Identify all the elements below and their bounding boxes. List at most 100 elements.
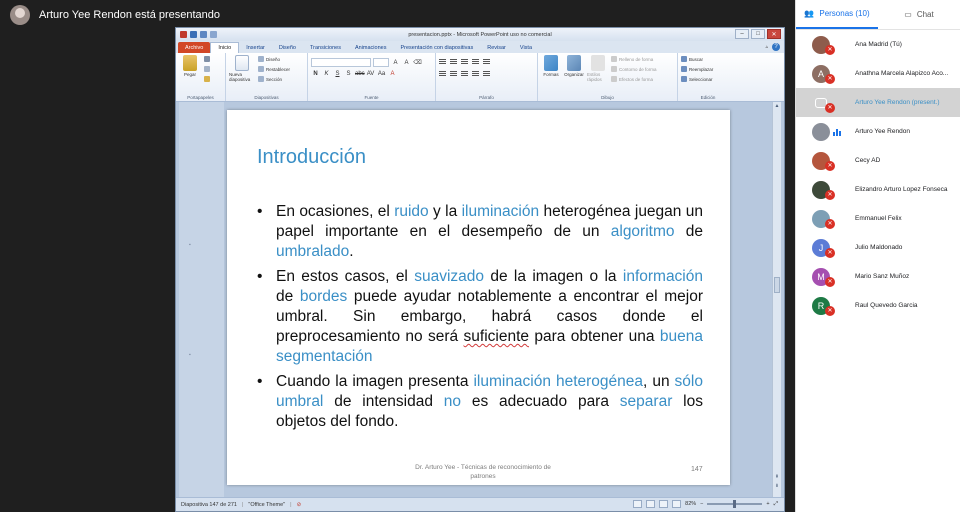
bold-icon[interactable]: N	[311, 71, 320, 77]
next-slide-icon[interactable]: ⇟	[773, 483, 781, 489]
case-icon[interactable]: Aa	[377, 71, 386, 77]
copy-icon[interactable]	[204, 66, 210, 72]
slide-bullet-list[interactable]: En ocasiones, el ruido y la iluminación …	[257, 202, 703, 432]
slide-thumbnail-pane[interactable]: ▪ ▪	[179, 102, 224, 498]
participant-row[interactable]: Arturo Yee Rendon	[796, 117, 960, 146]
participant-row[interactable]: ✕ Cecy AD	[796, 146, 960, 175]
format-painter-icon[interactable]	[204, 76, 210, 82]
strike-icon[interactable]: abc	[355, 71, 365, 77]
numbering-icon[interactable]	[450, 59, 457, 65]
undo-icon[interactable]	[200, 31, 207, 38]
participant-row[interactable]: M ✕ Mario Sanz Muñoz	[796, 262, 960, 291]
reading-view-button[interactable]	[659, 500, 669, 508]
shape-outline-button[interactable]: Contorno de forma	[611, 65, 657, 73]
new-slide-button[interactable]: Nueva diapositiva	[229, 55, 255, 83]
tab-diseño[interactable]: Diseño	[272, 42, 303, 53]
highlighted-term: iluminación heterogénea	[473, 373, 644, 391]
italic-icon[interactable]: K	[322, 71, 331, 77]
zoom-slider[interactable]	[707, 500, 763, 508]
participant-row[interactable]: ✕ Arturo Yee Rendon (present.)	[796, 88, 960, 117]
participant-row[interactable]: R ✕ Raul Quevedo Garcia	[796, 291, 960, 320]
zoom-in-icon[interactable]: +	[766, 501, 769, 507]
bullet-text: En estos casos, el	[276, 268, 415, 286]
fit-slide-icon[interactable]: ⤢	[774, 501, 778, 508]
reset-button[interactable]: Restablecer	[258, 65, 290, 73]
line-spacing-icon[interactable]	[483, 59, 490, 65]
align-center-icon[interactable]	[450, 71, 457, 77]
quick-styles-button[interactable]: Estilos rápidos	[587, 55, 609, 83]
underline-icon[interactable]: S	[333, 71, 342, 77]
reset-icon	[258, 66, 264, 72]
normal-view-button[interactable]	[633, 500, 643, 508]
shadow-icon[interactable]: S	[344, 71, 353, 77]
highlighted-term: información	[622, 268, 703, 286]
justify-icon[interactable]	[472, 71, 479, 77]
tab-archivo[interactable]: Archivo	[178, 42, 211, 53]
shrink-font-icon[interactable]: A	[402, 60, 411, 66]
group-label-parrafo: Párrafo	[479, 95, 494, 100]
slide-workspace: ▪ ▪ Introducción En ocasiones, el ruido …	[176, 102, 784, 498]
tab-presentación-con-diapositivas[interactable]: Presentación con diapositivas	[393, 42, 480, 53]
layout-button[interactable]: Diseño	[258, 55, 290, 63]
cut-icon[interactable]	[204, 56, 210, 62]
font-color-icon[interactable]: A	[388, 71, 397, 77]
slide-bullet[interactable]: Cuando la imagen presenta iluminación he…	[257, 372, 703, 431]
scroll-up-icon[interactable]: ▲	[773, 103, 781, 109]
zoom-level[interactable]: 82%	[685, 501, 696, 507]
shapes-button[interactable]: Formas	[541, 55, 561, 83]
increase-indent-icon[interactable]	[472, 59, 479, 65]
minimize-button[interactable]: –	[735, 29, 749, 39]
close-button[interactable]: ✕	[767, 29, 781, 39]
sorter-view-button[interactable]	[646, 500, 656, 508]
tab-vista[interactable]: Vista	[513, 42, 539, 53]
shape-fill-button[interactable]: Relleno de forma	[611, 55, 657, 63]
grow-font-icon[interactable]: A	[391, 60, 400, 66]
tab-inicio[interactable]: Inicio	[210, 42, 240, 53]
zoom-out-icon[interactable]: −	[700, 501, 703, 507]
find-button[interactable]: Buscar	[681, 55, 735, 63]
select-button[interactable]: Seleccionar	[681, 75, 735, 83]
spacing-icon[interactable]: AV	[366, 71, 375, 77]
participant-row[interactable]: ✕ Ana Madrid (Tú)	[796, 30, 960, 59]
prev-slide-icon[interactable]: ⇞	[773, 474, 781, 480]
tab-animaciones[interactable]: Animaciones	[348, 42, 394, 53]
spellcheck-icon[interactable]: ⊘	[297, 502, 302, 508]
vertical-scrollbar[interactable]: ▲ ⇞ ⇟	[772, 102, 781, 498]
section-button[interactable]: Sección	[258, 75, 290, 83]
tab-chat[interactable]: ▭ Chat	[878, 0, 960, 29]
paste-button[interactable]: Pegar	[179, 55, 201, 83]
participant-name: Raul Quevedo Garcia	[855, 302, 918, 309]
participant-row[interactable]: A ✕ Anathna Marcela Alapizco Aco...	[796, 59, 960, 88]
replace-button[interactable]: Reemplazar	[681, 65, 735, 73]
save-icon[interactable]	[190, 31, 197, 38]
group-dibujo: Formas Organizar Estilos rápidos Relleno…	[538, 53, 678, 101]
tab-people[interactable]: 👥 Personas (10)	[796, 0, 878, 29]
tab-insertar[interactable]: Insertar	[239, 42, 272, 53]
tab-revisar[interactable]: Revisar	[480, 42, 513, 53]
maximize-button[interactable]: □	[751, 29, 765, 39]
scroll-thumb[interactable]	[774, 277, 780, 293]
paste-icon	[183, 55, 197, 71]
minimize-ribbon-icon[interactable]: ▵	[765, 44, 768, 50]
help-icon[interactable]: ?	[772, 43, 780, 51]
align-left-icon[interactable]	[439, 71, 446, 77]
font-name-combo[interactable]	[311, 58, 371, 67]
tab-transiciones[interactable]: Transiciones	[303, 42, 348, 53]
clear-format-icon[interactable]: ⌫	[413, 59, 422, 66]
bullets-icon[interactable]	[439, 59, 446, 65]
participant-row[interactable]: ✕ Elizandro Arturo Lopez Fonseca	[796, 175, 960, 204]
decrease-indent-icon[interactable]	[461, 59, 468, 65]
slide-title[interactable]: Introducción	[257, 146, 366, 169]
redo-icon[interactable]	[210, 31, 217, 38]
align-right-icon[interactable]	[461, 71, 468, 77]
font-size-combo[interactable]	[373, 58, 389, 67]
slide-canvas[interactable]: Introducción En ocasiones, el ruido y la…	[227, 110, 730, 485]
slideshow-view-button[interactable]	[672, 500, 682, 508]
slide-bullet[interactable]: En estos casos, el suavizado de la image…	[257, 267, 703, 366]
participant-row[interactable]: J ✕ Julio Maldonado	[796, 233, 960, 262]
slide-bullet[interactable]: En ocasiones, el ruido y la iluminación …	[257, 202, 703, 261]
columns-icon[interactable]	[483, 71, 490, 77]
shape-effects-button[interactable]: Efectos de forma	[611, 75, 657, 83]
arrange-button[interactable]: Organizar	[563, 55, 585, 83]
participant-row[interactable]: ✕ Emmanuel Felix	[796, 204, 960, 233]
